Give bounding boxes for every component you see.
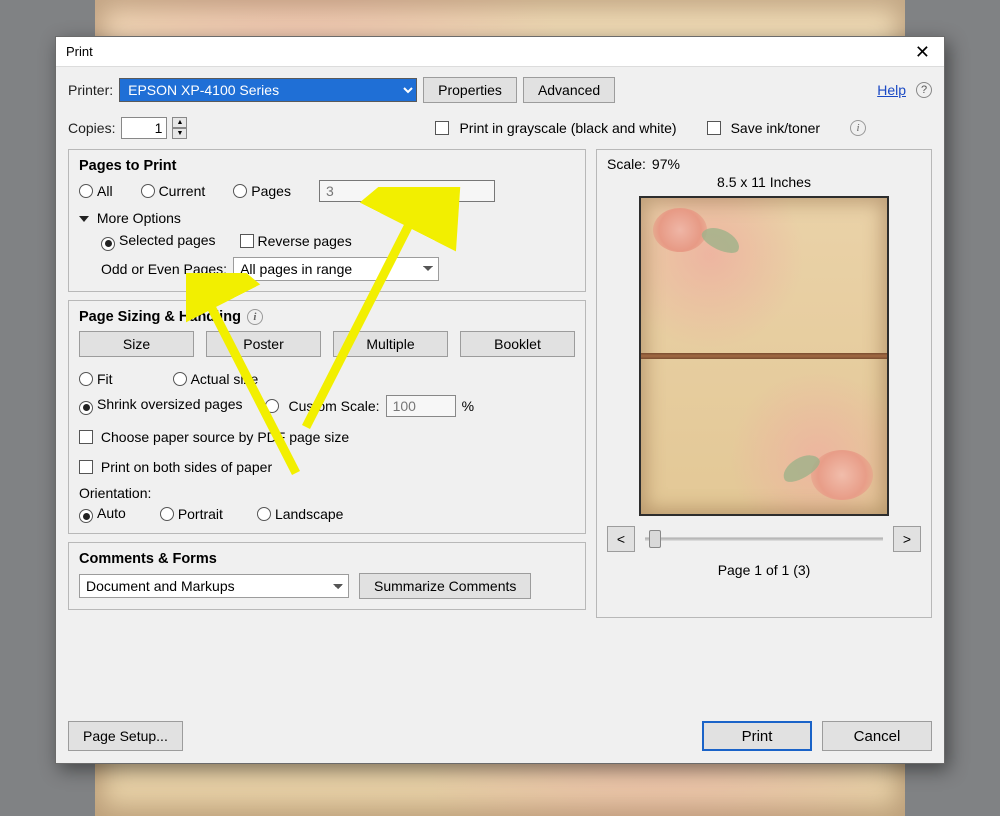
page-counter: Page 1 of 1 (3) (607, 562, 921, 578)
next-page-button[interactable]: > (893, 526, 921, 552)
printer-label: Printer: (68, 82, 113, 98)
page-preview (639, 196, 889, 516)
copies-input[interactable] (121, 117, 167, 139)
radio-actual[interactable] (173, 372, 187, 386)
save-ink-checkbox[interactable] (707, 121, 721, 135)
radio-pages[interactable] (233, 184, 247, 198)
advanced-button[interactable]: Advanced (523, 77, 615, 103)
properties-button[interactable]: Properties (423, 77, 517, 103)
copies-label: Copies: (68, 120, 115, 136)
scale-label: Scale: (607, 156, 646, 172)
pages-input[interactable] (319, 180, 495, 202)
comments-select[interactable]: Document and Markups (79, 574, 349, 598)
info-icon[interactable]: i (247, 309, 263, 325)
reverse-pages-checkbox[interactable] (240, 234, 254, 248)
comments-heading: Comments & Forms (79, 551, 575, 567)
odd-even-label: Odd or Even Pages: (101, 261, 227, 277)
custom-scale-input[interactable] (386, 395, 456, 417)
page-sizing-group: Page Sizing & Handling i Size Poster Mul… (68, 300, 586, 535)
radio-current[interactable] (141, 184, 155, 198)
scale-value: 97% (652, 156, 680, 172)
radio-all[interactable] (79, 184, 93, 198)
window-title: Print (66, 44, 909, 59)
prev-page-button[interactable]: < (607, 526, 635, 552)
orientation-label: Orientation: (79, 485, 575, 501)
radio-landscape[interactable] (257, 507, 271, 521)
print-button[interactable]: Print (702, 721, 812, 751)
comments-group: Comments & Forms Document and Markups Su… (68, 542, 586, 610)
page-slider[interactable] (643, 528, 885, 550)
copies-spinner[interactable]: ▲ ▼ (172, 117, 187, 139)
grayscale-label: Print in grayscale (black and white) (459, 120, 676, 136)
radio-shrink[interactable] (79, 401, 93, 415)
close-icon[interactable]: ✕ (909, 43, 936, 61)
save-ink-label: Save ink/toner (731, 120, 821, 136)
radio-selected-pages[interactable] (101, 237, 115, 251)
choose-source-checkbox[interactable] (79, 430, 93, 444)
grayscale-checkbox[interactable] (435, 121, 449, 135)
poster-tab[interactable]: Poster (206, 331, 321, 357)
booklet-tab[interactable]: Booklet (460, 331, 575, 357)
size-tab[interactable]: Size (79, 331, 194, 357)
radio-auto[interactable] (79, 509, 93, 523)
spin-up-icon[interactable]: ▲ (172, 117, 187, 128)
page-setup-button[interactable]: Page Setup... (68, 721, 183, 751)
titlebar: Print ✕ (56, 37, 944, 67)
spin-down-icon[interactable]: ▼ (172, 128, 187, 139)
duplex-checkbox[interactable] (79, 460, 93, 474)
info-icon[interactable]: i (850, 120, 866, 136)
multiple-tab[interactable]: Multiple (333, 331, 448, 357)
chevron-down-icon[interactable] (79, 216, 89, 222)
paper-size: 8.5 x 11 Inches (607, 174, 921, 190)
help-link[interactable]: Help (877, 82, 906, 98)
pages-to-print-group: Pages to Print All Current Pages More Op… (68, 149, 586, 292)
printer-select[interactable]: EPSON XP-4100 Series (119, 78, 417, 102)
radio-portrait[interactable] (160, 507, 174, 521)
help-icon[interactable]: ? (916, 82, 932, 98)
more-options-toggle[interactable]: More Options (97, 210, 181, 226)
radio-fit[interactable] (79, 372, 93, 386)
sizing-heading: Page Sizing & Handling (79, 309, 241, 325)
preview-panel: Scale: 97% 8.5 x 11 Inches < > Page 1 of… (596, 149, 932, 618)
cancel-button[interactable]: Cancel (822, 721, 932, 751)
print-dialog: Print ✕ Printer: EPSON XP-4100 Series Pr… (55, 36, 945, 764)
radio-custom-scale[interactable] (265, 399, 279, 413)
odd-even-select[interactable]: All pages in range (233, 257, 439, 281)
summarize-comments-button[interactable]: Summarize Comments (359, 573, 531, 599)
pages-to-print-heading: Pages to Print (79, 158, 575, 174)
